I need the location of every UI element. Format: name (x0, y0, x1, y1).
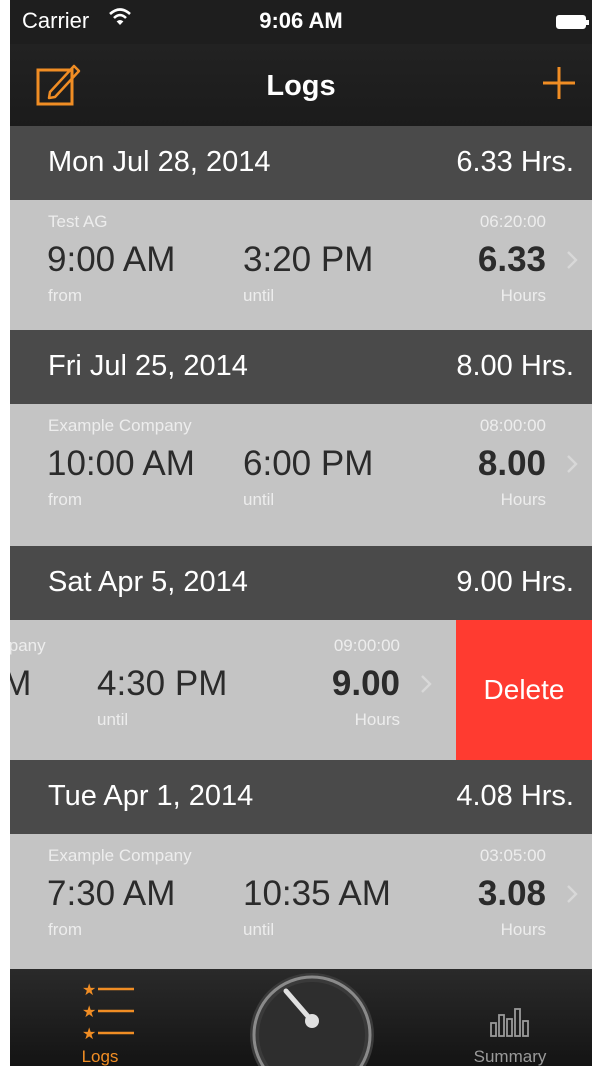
svg-text:★: ★ (82, 1024, 96, 1041)
duration-label: 09:00:00 (333, 636, 400, 655)
chevron-right-icon (567, 455, 578, 473)
hours-value: 8.00 (477, 444, 546, 483)
until-time: 10:35 AM (243, 874, 391, 913)
list-icon: ★ ★ ★ (82, 980, 134, 1041)
duration-label: 08:00:00 (479, 416, 546, 435)
hours-label: Hours (500, 920, 546, 939)
until-time: 6:00 PM (243, 444, 374, 483)
company-name: Example Company (48, 846, 192, 865)
hours-value: 9.00 (331, 664, 400, 703)
from-label: from (48, 920, 82, 939)
log-entry-row[interactable]: Test AG 06:20:00 9:00 AM 3:20 PM 6.33 fr… (10, 200, 592, 330)
section-header: Tue Apr 1, 2014 4.08 Hrs. (10, 760, 592, 834)
chevron-right-icon (567, 251, 578, 269)
section-total: 6.33 Hrs. (456, 146, 574, 178)
section-date: Fri Jul 25, 2014 (48, 350, 248, 382)
until-label: until (97, 710, 129, 729)
company-name: Test AG (48, 212, 108, 231)
until-time: 3:20 PM (243, 240, 374, 279)
log-entry-row[interactable]: Example Company 08:00:00 10:00 AM 6:00 P… (10, 404, 592, 534)
until-time: 4:30 PM (97, 664, 228, 703)
duration-label: 03:05:00 (479, 846, 546, 865)
until-label: until (243, 286, 275, 305)
duration-label: 06:20:00 (479, 212, 546, 231)
company-name: Example Company (10, 636, 46, 655)
section-total: 8.00 Hrs. (456, 350, 574, 382)
page-title: Logs (266, 70, 336, 102)
section-total: 4.08 Hrs. (456, 780, 574, 812)
from-label: from (48, 286, 82, 305)
hours-value: 3.08 (477, 874, 546, 913)
hours-value: 6.33 (477, 240, 546, 279)
until-label: until (243, 920, 275, 939)
chevron-right-icon (567, 885, 578, 903)
from-label: from (48, 490, 82, 509)
log-entry-content: Example Company 03:05:00 7:30 AM 10:35 A… (10, 834, 592, 964)
status-time: 9:06 AM (259, 8, 343, 33)
tab-summary[interactable]: Summary (450, 969, 570, 1066)
section-date: Tue Apr 1, 2014 (48, 780, 254, 812)
chevron-right-icon (421, 675, 432, 693)
section-total: 9.00 Hrs. (456, 566, 574, 598)
log-entry-content: Example Company 08:00:00 10:00 AM 6:00 P… (10, 404, 592, 534)
from-time: 1:30 PM (10, 664, 32, 703)
section-date: Mon Jul 28, 2014 (48, 146, 271, 178)
log-entry-content: Example Company 09:00:00 1:30 PM 4:30 PM… (10, 624, 446, 754)
bar-chart-icon (490, 1008, 529, 1037)
log-entry-row[interactable]: Example Company 03:05:00 7:30 AM 10:35 A… (10, 834, 592, 969)
hours-label: Hours (354, 710, 400, 729)
app-screen: Carrier 9:06 AM Logs Mon Jul 28, 2014 6.… (10, 0, 592, 1066)
nav-bar: Logs (10, 44, 592, 126)
plus-icon[interactable] (540, 64, 578, 102)
log-entry-row-swiped[interactable]: Example Company 09:00:00 1:30 PM 4:30 PM… (10, 620, 592, 760)
battery-icon (556, 15, 589, 29)
svg-text:★: ★ (82, 980, 96, 999)
tab-logs[interactable]: ★ ★ ★ Logs (40, 969, 160, 1066)
tab-label: Logs (81, 1047, 119, 1066)
status-bar: Carrier 9:06 AM (10, 0, 592, 44)
delete-button[interactable]: Delete (456, 620, 592, 760)
section-header: Fri Jul 25, 2014 8.00 Hrs. (10, 330, 592, 404)
log-entry-content: Test AG 06:20:00 9:00 AM 3:20 PM 6.33 fr… (10, 200, 592, 330)
company-name: Example Company (48, 416, 192, 435)
stopwatch-icon[interactable] (250, 969, 374, 1066)
from-time: 10:00 AM (47, 444, 195, 483)
until-label: until (243, 490, 275, 509)
hours-label: Hours (500, 490, 546, 509)
section-header: Sat Apr 5, 2014 9.00 Hrs. (10, 546, 592, 620)
section-header: Mon Jul 28, 2014 6.33 Hrs. (10, 126, 592, 200)
section-date: Sat Apr 5, 2014 (48, 566, 248, 598)
tab-label: Summary (473, 1047, 547, 1066)
from-time: 9:00 AM (47, 240, 176, 279)
svg-text:★: ★ (82, 1002, 96, 1021)
hours-label: Hours (500, 286, 546, 305)
from-time: 7:30 AM (47, 874, 176, 913)
